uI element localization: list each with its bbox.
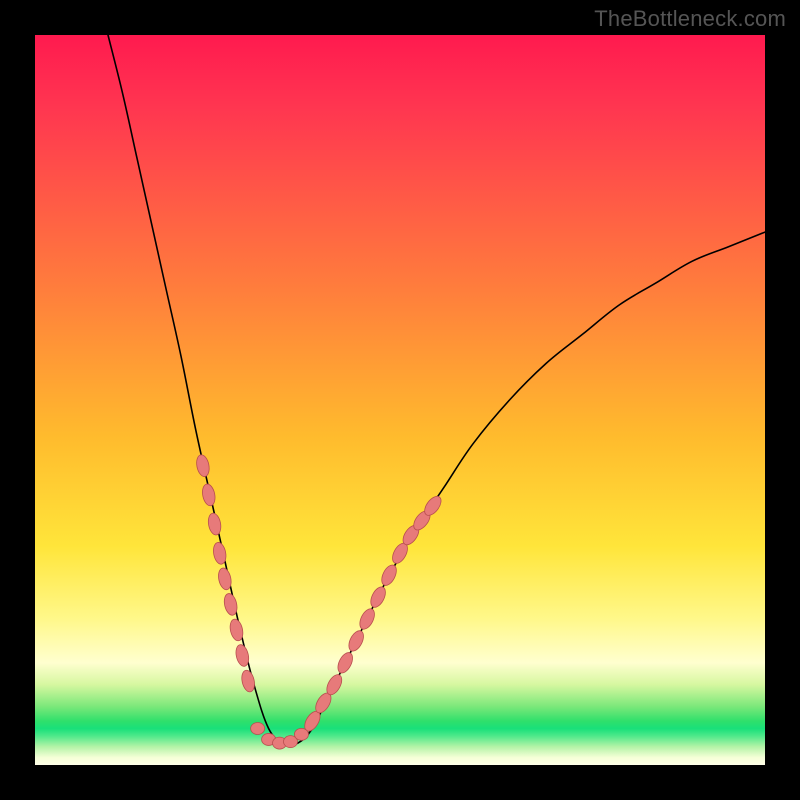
bead <box>357 606 378 631</box>
bead <box>207 512 223 536</box>
bead <box>240 669 257 693</box>
beads-left <box>195 454 257 693</box>
bead <box>379 563 400 588</box>
plot-area <box>35 35 765 765</box>
bead <box>251 723 265 735</box>
beads-right <box>302 493 445 733</box>
bead <box>335 650 356 675</box>
curve-layer <box>35 35 765 765</box>
bead <box>346 628 367 653</box>
bead <box>294 728 308 740</box>
bead <box>201 483 217 507</box>
bead <box>368 585 389 610</box>
chart-frame: TheBottleneck.com <box>0 0 800 800</box>
watermark-text: TheBottleneck.com <box>594 6 786 32</box>
beads-bottom <box>251 723 309 750</box>
v-curve <box>108 35 765 745</box>
bead <box>195 454 211 478</box>
